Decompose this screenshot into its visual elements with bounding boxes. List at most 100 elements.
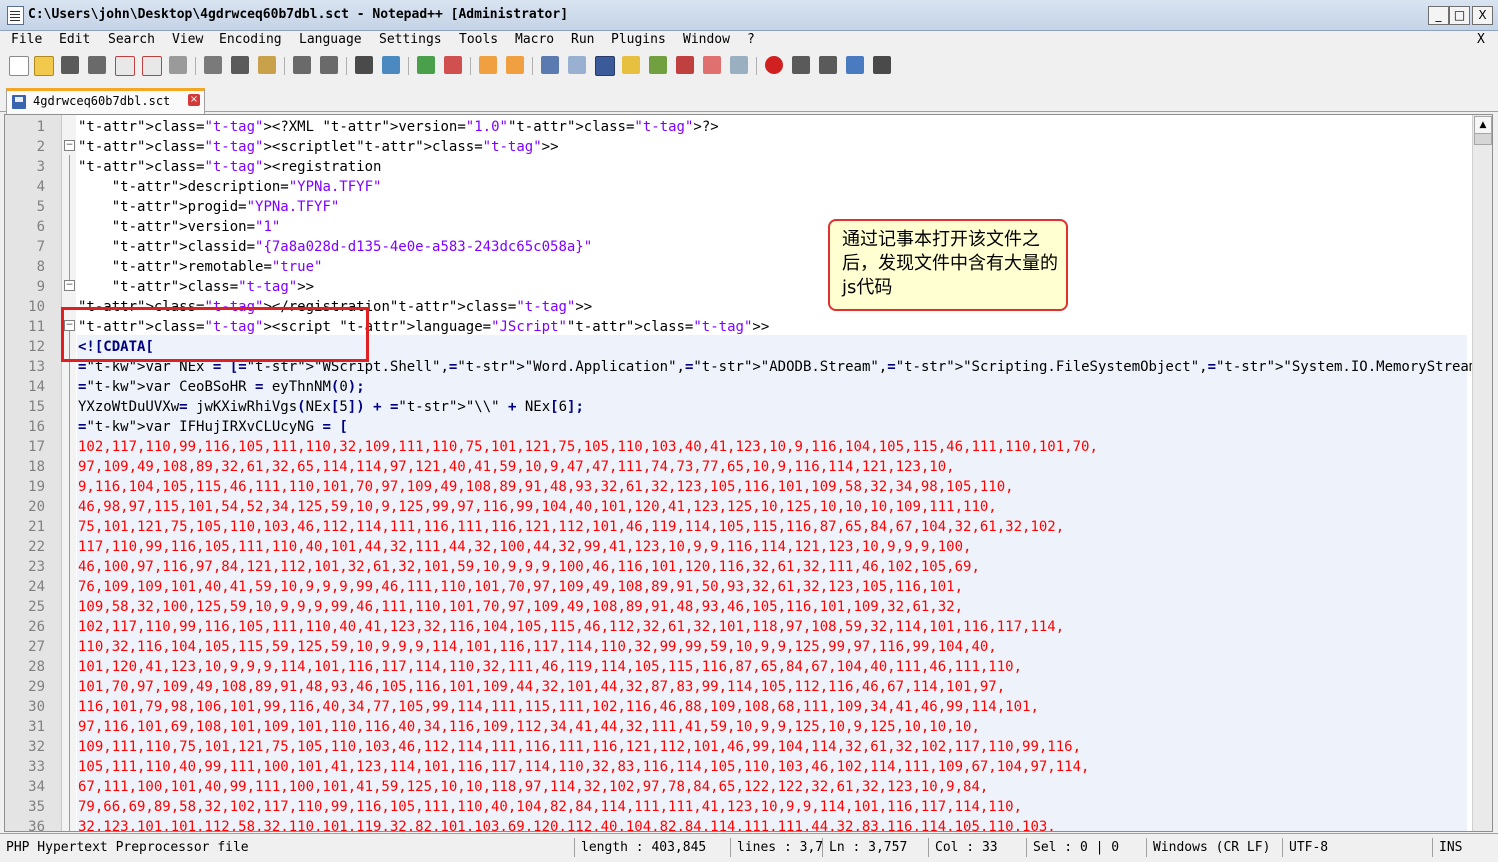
code-line[interactable]: "t-attr">version="1" [78,217,281,237]
code-line[interactable]: 67,111,100,101,40,99,111,100,101,41,59,1… [78,777,988,797]
status-encoding[interactable]: UTF-8 [1282,838,1429,857]
code-line[interactable]: "t-attr">class="t-tag"><?XML "t-attr">ve… [78,117,719,137]
code-line[interactable]: 46,98,97,115,101,54,52,34,125,59,10,9,12… [78,497,997,517]
code-line[interactable]: 97,116,101,69,108,101,109,101,110,116,40… [78,717,980,737]
code-line[interactable]: "t-attr">progid="YPNa.TFYF" [78,197,340,217]
zoom-in-icon[interactable] [417,56,435,74]
code-line[interactable]: 102,117,110,99,116,105,111,110,40,41,123… [78,617,1064,637]
indent-guide-icon[interactable] [595,56,615,76]
save-icon[interactable] [61,56,79,74]
maximize-button[interactable]: □ [1449,6,1470,25]
new-file-icon[interactable] [9,56,29,76]
status-file-type: PHP Hypertext Preprocessor file [6,840,249,855]
close-icon[interactable]: × [188,94,200,106]
toolbar [0,52,1498,80]
code-line[interactable]: 110,32,116,104,105,115,59,125,59,10,9,9,… [78,637,997,657]
menu-window[interactable]: Window [683,32,730,47]
code-line[interactable]: 32,123,101,101,112,58,32,110,101,119,32,… [78,817,1056,831]
menu-tools[interactable]: Tools [459,32,498,47]
menu-edit[interactable]: Edit [59,32,90,47]
show-all-characters-icon[interactable] [568,56,586,74]
window-title: C:\Users\john\Desktop\4gdrwceq60b7dbl.sc… [28,7,569,22]
close-document-button[interactable]: X [1477,32,1485,47]
record-macro-icon[interactable] [765,56,783,74]
code-line[interactable]: 75,101,121,75,105,110,103,46,112,114,111… [78,517,1064,537]
menu-view[interactable]: View [172,32,203,47]
user-language-icon[interactable] [622,56,640,74]
code-line[interactable]: "t-attr">remotable="true" [78,257,323,277]
close-file-icon[interactable] [115,56,135,76]
save-macro-icon[interactable] [873,56,891,74]
notepad-app-icon[interactable] [7,6,24,25]
status-eol[interactable]: Windows (CR LF) [1146,838,1283,857]
line-number: 10 [28,299,45,315]
folder-as-workspace-icon[interactable] [703,56,721,74]
code-line[interactable]: "t-attr">class="t-tag"><scriptlet"t-attr… [78,137,559,157]
word-wrap-icon[interactable] [541,56,559,74]
menu-file[interactable]: File [11,32,42,47]
code-line[interactable]: ="t-kw">var CeoBSoHR = eyThnNM(0); [78,377,365,397]
replace-icon[interactable] [382,56,400,74]
stop-macro-icon[interactable] [792,56,810,74]
toolbar-separator [346,57,347,75]
copy-icon[interactable] [231,56,249,74]
print-icon[interactable] [169,56,187,74]
menu-settings[interactable]: Settings [379,32,442,47]
status-insert-mode[interactable]: INS [1432,838,1489,857]
code-line[interactable]: ="t-kw">var IFHujIRXvCLUcyNG = [ [78,417,348,437]
code-line[interactable]: 117,110,99,116,105,111,110,40,101,44,32,… [78,537,971,557]
paste-icon[interactable] [258,56,276,74]
code-line[interactable]: 102,117,110,99,116,105,111,110,32,109,11… [78,437,1098,457]
code-line[interactable]: "t-attr">description="YPNa.TFYF" [78,177,382,197]
cut-icon[interactable] [204,56,222,74]
scroll-up-arrow-icon[interactable]: ▲ [1474,116,1492,134]
code-line[interactable]: 97,109,49,108,89,32,61,32,65,114,114,97,… [78,457,955,477]
vertical-scrollbar[interactable]: ▲ [1472,115,1492,831]
fold-end-icon[interactable]: − [64,280,75,291]
open-file-icon[interactable] [34,56,54,76]
menu-macro[interactable]: Macro [515,32,554,47]
code-line[interactable]: "t-attr">class="t-tag"><registration [78,157,381,177]
find-icon[interactable] [355,56,373,74]
menu-run[interactable]: Run [571,32,594,47]
function-list-icon[interactable] [676,56,694,74]
code-line[interactable]: 9,116,104,105,115,46,111,110,101,70,97,1… [78,477,1014,497]
code-line[interactable]: "t-attr">classid="{7a8a028d-d135-4e0e-a5… [78,237,592,257]
status-lines: lines : 3,757 [730,838,823,857]
sync-vertical-icon[interactable] [479,56,497,74]
code-line[interactable]: 76,109,109,101,40,41,59,10,9,9,9,99,46,1… [78,577,963,597]
menu-help[interactable]: ? [747,32,755,47]
tab-document[interactable]: 4gdrwceq60b7dbl.sct × [6,88,205,114]
line-number: 9 [36,279,45,295]
editor[interactable]: − − − 1 2 3 4 5 6 7 8 9 10 11 12 13 14 15 16 17 18 19 20 21 2… [4,114,1493,832]
menu-encoding[interactable]: Encoding [219,32,282,47]
code-line[interactable]: 109,58,32,100,125,59,10,9,9,9,99,46,111,… [78,597,963,617]
play-macro-icon[interactable] [819,56,837,74]
close-all-icon[interactable] [142,56,162,76]
code-line[interactable]: "t-attr">class="t-tag">> [78,277,314,297]
code-line[interactable]: 101,70,97,109,49,108,89,91,48,93,46,105,… [78,677,1005,697]
redo-icon[interactable] [320,56,338,74]
undo-icon[interactable] [293,56,311,74]
sync-horizontal-icon[interactable] [506,56,524,74]
menu-plugins[interactable]: Plugins [611,32,666,47]
code-line[interactable]: 109,111,110,75,101,121,75,105,110,103,46… [78,737,1081,757]
code-line[interactable]: 79,66,69,89,58,32,102,117,110,99,116,105… [78,797,1022,817]
line-number: 8 [36,259,45,275]
save-all-icon[interactable] [88,56,106,74]
monitoring-icon[interactable] [730,56,748,74]
zoom-out-icon[interactable] [444,56,462,74]
close-button[interactable]: X [1472,6,1493,25]
document-map-icon[interactable] [649,56,667,74]
run-macro-multiple-icon[interactable] [846,56,864,74]
minimize-button[interactable]: _ [1428,6,1449,25]
menu-language[interactable]: Language [299,32,362,47]
code-line[interactable]: 46,100,97,116,97,84,121,112,101,32,61,32… [78,557,980,577]
scrollbar-thumb[interactable] [1474,133,1492,145]
code-line[interactable]: 116,101,79,98,106,101,99,116,40,34,77,10… [78,697,1039,717]
fold-minus-icon[interactable]: − [64,140,75,151]
code-line[interactable]: 101,120,41,123,10,9,9,9,114,101,116,117,… [78,657,1022,677]
menu-search[interactable]: Search [108,32,155,47]
code-line[interactable]: YXzoWtDuUVXw= jwKXiwRhiVgs(NEx[5]) + ="t… [78,397,584,417]
code-line[interactable]: 105,111,110,40,99,111,100,101,41,123,114… [78,757,1089,777]
